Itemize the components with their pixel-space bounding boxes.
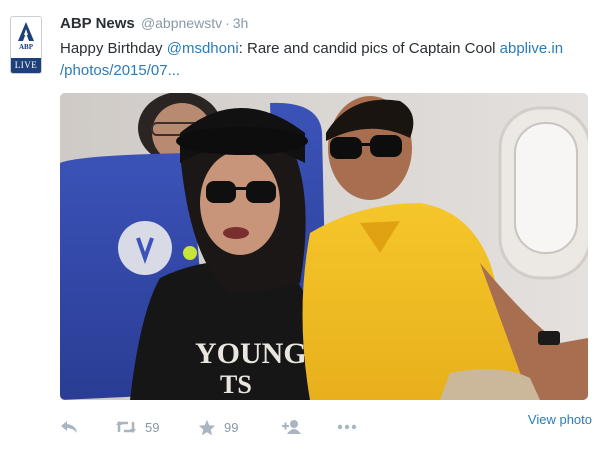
avatar[interactable]: ABP LIVE — [10, 16, 42, 74]
favorite-count: 99 — [224, 419, 239, 435]
mention-link[interactable]: @msdhoni — [167, 40, 239, 57]
tweet-photo[interactable]: YOUNG TS — [60, 93, 588, 400]
abp-logo: ABP — [11, 17, 41, 59]
url-link-part2: /photos/2015/07... — [60, 62, 181, 79]
retweet-count: 59 — [145, 419, 160, 435]
favorite-button[interactable]: 99 — [198, 412, 238, 442]
live-badge: LIVE — [11, 58, 41, 73]
tweet-time[interactable]: 3h — [233, 15, 249, 31]
star-icon — [198, 419, 216, 435]
photo-illustration: YOUNG TS — [60, 93, 588, 400]
author-handle[interactable]: @abpnewstv — [141, 15, 222, 31]
more-button[interactable] — [337, 412, 357, 442]
text-body: : Rare and candid pics of Captain Cool — [238, 40, 500, 57]
reply-button[interactable] — [60, 412, 78, 442]
avatar-abbr: ABP — [19, 43, 33, 51]
tweet-text: Happy Birthday @msdhoni: Rare and candid… — [60, 38, 585, 82]
follow-icon — [282, 420, 301, 434]
shirt-text: YOUNG — [195, 337, 307, 370]
header-separator: · — [225, 15, 230, 31]
author-name[interactable]: ABP News — [60, 15, 135, 32]
text-prefix: Happy Birthday — [60, 40, 167, 57]
url-link-part1: abplive.in — [499, 40, 564, 57]
tweet-actions: 59 99 View photo — [60, 412, 600, 442]
shirt-text-2: TS — [220, 370, 252, 399]
reply-icon — [61, 421, 77, 433]
more-icon — [337, 424, 357, 430]
follow-button[interactable] — [282, 412, 302, 442]
tweet-header: ABP News @abpnewstv · 3h — [60, 14, 248, 33]
view-photo-link[interactable]: View photo — [528, 412, 592, 428]
retweet-icon — [116, 421, 136, 433]
tweet: ABP LIVE ABP News @abpnewstv · 3h Happy Bi… — [0, 0, 600, 450]
retweet-button[interactable]: 59 — [115, 412, 159, 442]
